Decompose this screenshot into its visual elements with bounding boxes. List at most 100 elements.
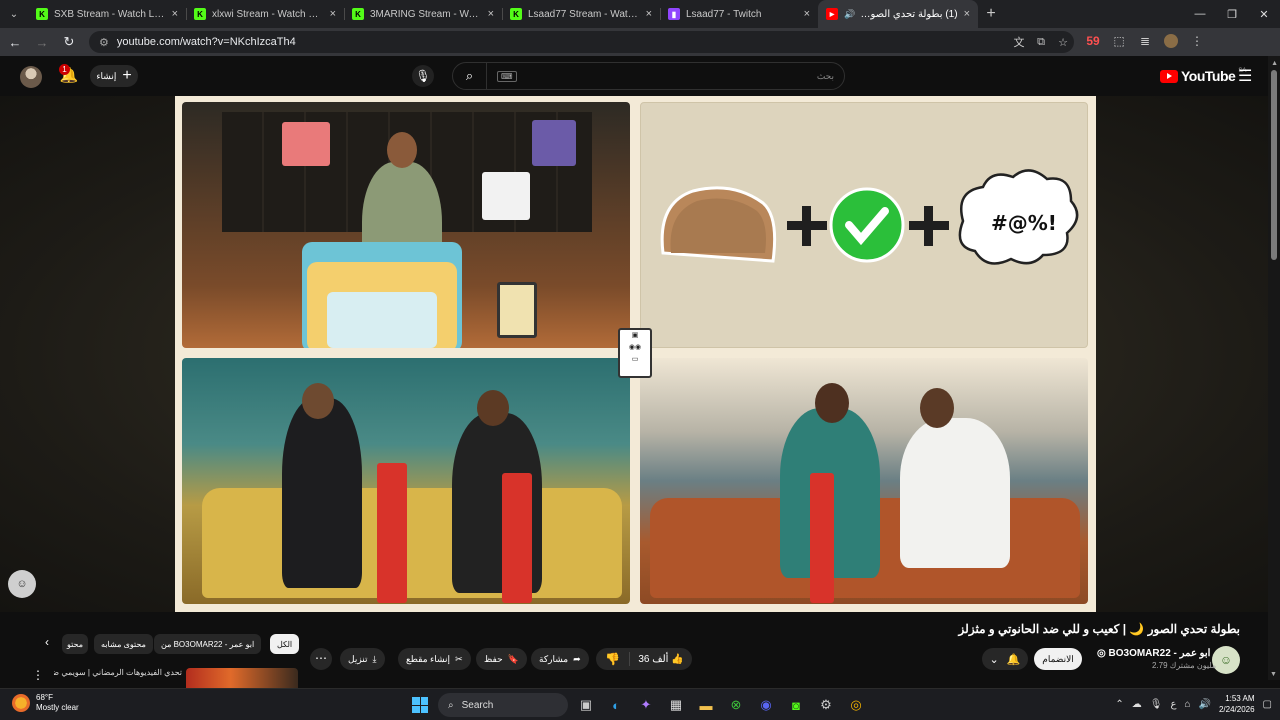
temperature: 68°F bbox=[36, 693, 53, 702]
create-button[interactable]: إنشاء + bbox=[90, 65, 138, 87]
audio-icon: 🔊 bbox=[844, 8, 856, 19]
join-button[interactable]: الانضمام bbox=[1034, 648, 1082, 670]
xbox-icon[interactable]: ⊗ bbox=[724, 693, 748, 717]
edge-icon[interactable]: ◐ bbox=[604, 693, 628, 717]
reading-list-icon[interactable]: ≣ bbox=[1132, 34, 1158, 51]
tab-3[interactable]: K 3MARING Stream - Watch Live on Kick × bbox=[344, 0, 502, 28]
discord-icon[interactable]: ◉ bbox=[754, 693, 778, 717]
voice-search-mic-icon[interactable]: 🎙 bbox=[412, 65, 434, 87]
taskbar-search[interactable]: ⌕ Search bbox=[438, 693, 568, 717]
chip-related[interactable]: محتوى مشابه bbox=[94, 634, 153, 654]
recommendation-title[interactable]: تحدي الفيديوهات الرمضاني | سويمي ضد عادي bbox=[54, 668, 182, 677]
save-label: حفظ bbox=[484, 653, 503, 664]
tab-active-youtube[interactable]: ▶ 🔊 (1) بطولة تحدي الصور | ك × bbox=[818, 0, 978, 28]
kick-icon: K bbox=[510, 8, 522, 20]
new-tab-button[interactable]: + bbox=[978, 5, 1004, 23]
close-icon[interactable]: × bbox=[330, 8, 336, 20]
chrome-icon[interactable]: ◎ bbox=[844, 693, 868, 717]
mic-tray-icon[interactable]: 🎙 bbox=[1150, 699, 1163, 710]
keyboard-icon[interactable]: ⌨ bbox=[497, 70, 517, 82]
tray-overflow-icon[interactable]: ⌃ bbox=[1115, 699, 1123, 710]
forward-icon[interactable]: → bbox=[30, 30, 54, 54]
settings-icon[interactable]: ⚙ bbox=[814, 693, 838, 717]
weather-widget[interactable]: 68°F Mostly clear bbox=[12, 693, 79, 713]
clip-button[interactable]: إنشاء مقطع ✂ bbox=[398, 648, 471, 670]
tab-title: Lsaad77 Stream - Watch Live on Kick bbox=[528, 8, 640, 20]
translate-icon[interactable]: 文 bbox=[1008, 34, 1030, 50]
kick-app-icon[interactable]: ◙ bbox=[784, 693, 808, 717]
volume-icon[interactable]: 🔊 bbox=[1199, 699, 1211, 710]
download-button[interactable]: تنزيل ⤓ bbox=[340, 648, 385, 670]
file-explorer-icon[interactable]: ▬ bbox=[694, 693, 718, 717]
close-icon[interactable]: × bbox=[804, 8, 810, 20]
video-title: بطولة تحدي الصور 🌙 | كعيب و للي ضد الحان… bbox=[958, 622, 1240, 636]
notifications-icon[interactable]: ▢ bbox=[1263, 699, 1272, 710]
close-icon[interactable]: × bbox=[172, 8, 178, 20]
notifications-bell-icon[interactable]: 🔔 1 bbox=[58, 64, 80, 88]
network-icon[interactable]: ⌂ bbox=[1184, 699, 1190, 710]
reload-icon[interactable]: ↻ bbox=[57, 30, 81, 54]
bookmark-star-icon[interactable]: ☆ bbox=[1052, 36, 1074, 49]
clock[interactable]: 1:53 AM 2/24/2026 bbox=[1219, 693, 1255, 715]
create-label: إنشاء bbox=[96, 70, 117, 81]
search-input[interactable]: بحث bbox=[817, 71, 834, 82]
maximize-icon[interactable]: ❐ bbox=[1216, 0, 1248, 28]
extensions-area: 59 ⬚ ≣ ⋮ bbox=[1080, 33, 1210, 51]
tab-search-menu-button[interactable]: ⌄ bbox=[0, 0, 28, 28]
scroll-up-arrow-icon[interactable]: ▲ bbox=[1271, 60, 1278, 67]
contestant-3-head bbox=[815, 383, 849, 423]
recommendation-thumbnail[interactable] bbox=[186, 668, 298, 688]
chip-all[interactable]: الكل bbox=[270, 634, 300, 654]
start-button[interactable] bbox=[408, 693, 432, 717]
recommendation-menu-icon[interactable]: ⋮ bbox=[32, 668, 44, 682]
more-actions-button[interactable]: ⋯ bbox=[310, 648, 332, 670]
tab-2[interactable]: Kxlxwi Stream - Watch Live on Kick × bbox=[186, 0, 344, 28]
minimize-icon[interactable]: — bbox=[1184, 0, 1216, 28]
extension-badge-icon[interactable]: 59 bbox=[1080, 34, 1106, 51]
store-icon[interactable]: ▦ bbox=[664, 693, 688, 717]
scrollbar-thumb[interactable] bbox=[1271, 70, 1277, 260]
channel-watermark-logo[interactable]: ☺ bbox=[8, 570, 36, 598]
video-panel-puzzle: #@%! bbox=[640, 102, 1088, 348]
chip-from-channel[interactable]: من BO3OMAR22 - ابو عمر bbox=[154, 634, 262, 654]
tab-5[interactable]: ▮ Lsaad77 - Twitch × bbox=[660, 0, 818, 28]
youtube-icon: ▶ bbox=[826, 8, 838, 20]
close-icon[interactable]: × bbox=[964, 8, 970, 20]
video-player[interactable]: #@%! ▣ ◉◉ ▭ bbox=[175, 96, 1096, 612]
task-view-icon[interactable]: ▣ bbox=[574, 693, 598, 717]
extensions-puzzle-icon[interactable]: ⬚ bbox=[1106, 34, 1132, 51]
tab-4[interactable]: K Lsaad77 Stream - Watch Live on Kick × bbox=[502, 0, 660, 28]
save-button[interactable]: حفظ 🔖 bbox=[476, 648, 527, 670]
youtube-logo[interactable]: YouTube SA bbox=[1160, 68, 1246, 84]
close-icon[interactable]: × bbox=[488, 8, 494, 20]
profile-avatar[interactable] bbox=[1158, 33, 1184, 51]
chip-more[interactable]: محتو bbox=[62, 634, 88, 654]
dislike-button[interactable]: 👎 bbox=[596, 652, 630, 666]
chips-scroll-left-icon[interactable]: ‹ bbox=[38, 635, 56, 653]
close-window-icon[interactable]: ✕ bbox=[1248, 0, 1280, 28]
account-avatar[interactable] bbox=[20, 66, 42, 88]
tabs-container: KSXB Stream - Watch Live on Kick×Kxlxwi … bbox=[28, 0, 818, 28]
install-app-icon[interactable]: ⧉ bbox=[1030, 36, 1052, 49]
video-panel-team-left bbox=[182, 358, 630, 604]
input-language[interactable]: ع bbox=[1170, 699, 1176, 710]
site-info-icon[interactable]: ⚙ bbox=[99, 36, 109, 49]
tab-1[interactable]: K SXB Stream - Watch Live on Kick × bbox=[28, 0, 186, 28]
date: 2/24/2026 bbox=[1218, 705, 1255, 714]
like-button[interactable]: 36 ألف 👍 bbox=[630, 654, 692, 665]
scroll-down-arrow-icon[interactable]: ▼ bbox=[1270, 671, 1277, 678]
channel-name[interactable]: ◎ BO3OMAR22 - ابو عمر bbox=[1097, 648, 1210, 659]
copilot-icon[interactable]: ✦ bbox=[634, 693, 658, 717]
guide-menu-icon[interactable]: ☰ bbox=[1238, 66, 1252, 86]
search-icon[interactable]: ⌕ bbox=[453, 63, 487, 89]
close-icon[interactable]: × bbox=[646, 8, 652, 20]
browser-menu-icon[interactable]: ⋮ bbox=[1184, 34, 1210, 51]
search-box[interactable]: ⌕ ⌨ بحث bbox=[452, 62, 845, 90]
onedrive-icon[interactable]: ☁ bbox=[1132, 699, 1142, 710]
share-button[interactable]: مشاركة ➦ bbox=[531, 648, 589, 670]
page-scrollbar[interactable]: ▼ bbox=[1268, 56, 1280, 680]
url-input[interactable]: ⚙ youtube.com/watch?v=NKchIzcaTh4 文 ⧉ ☆ bbox=[89, 31, 1074, 53]
red-side-table bbox=[377, 463, 407, 603]
subscribed-button[interactable]: ⌄ 🔔 bbox=[982, 648, 1028, 670]
back-icon[interactable]: ← bbox=[3, 30, 27, 54]
